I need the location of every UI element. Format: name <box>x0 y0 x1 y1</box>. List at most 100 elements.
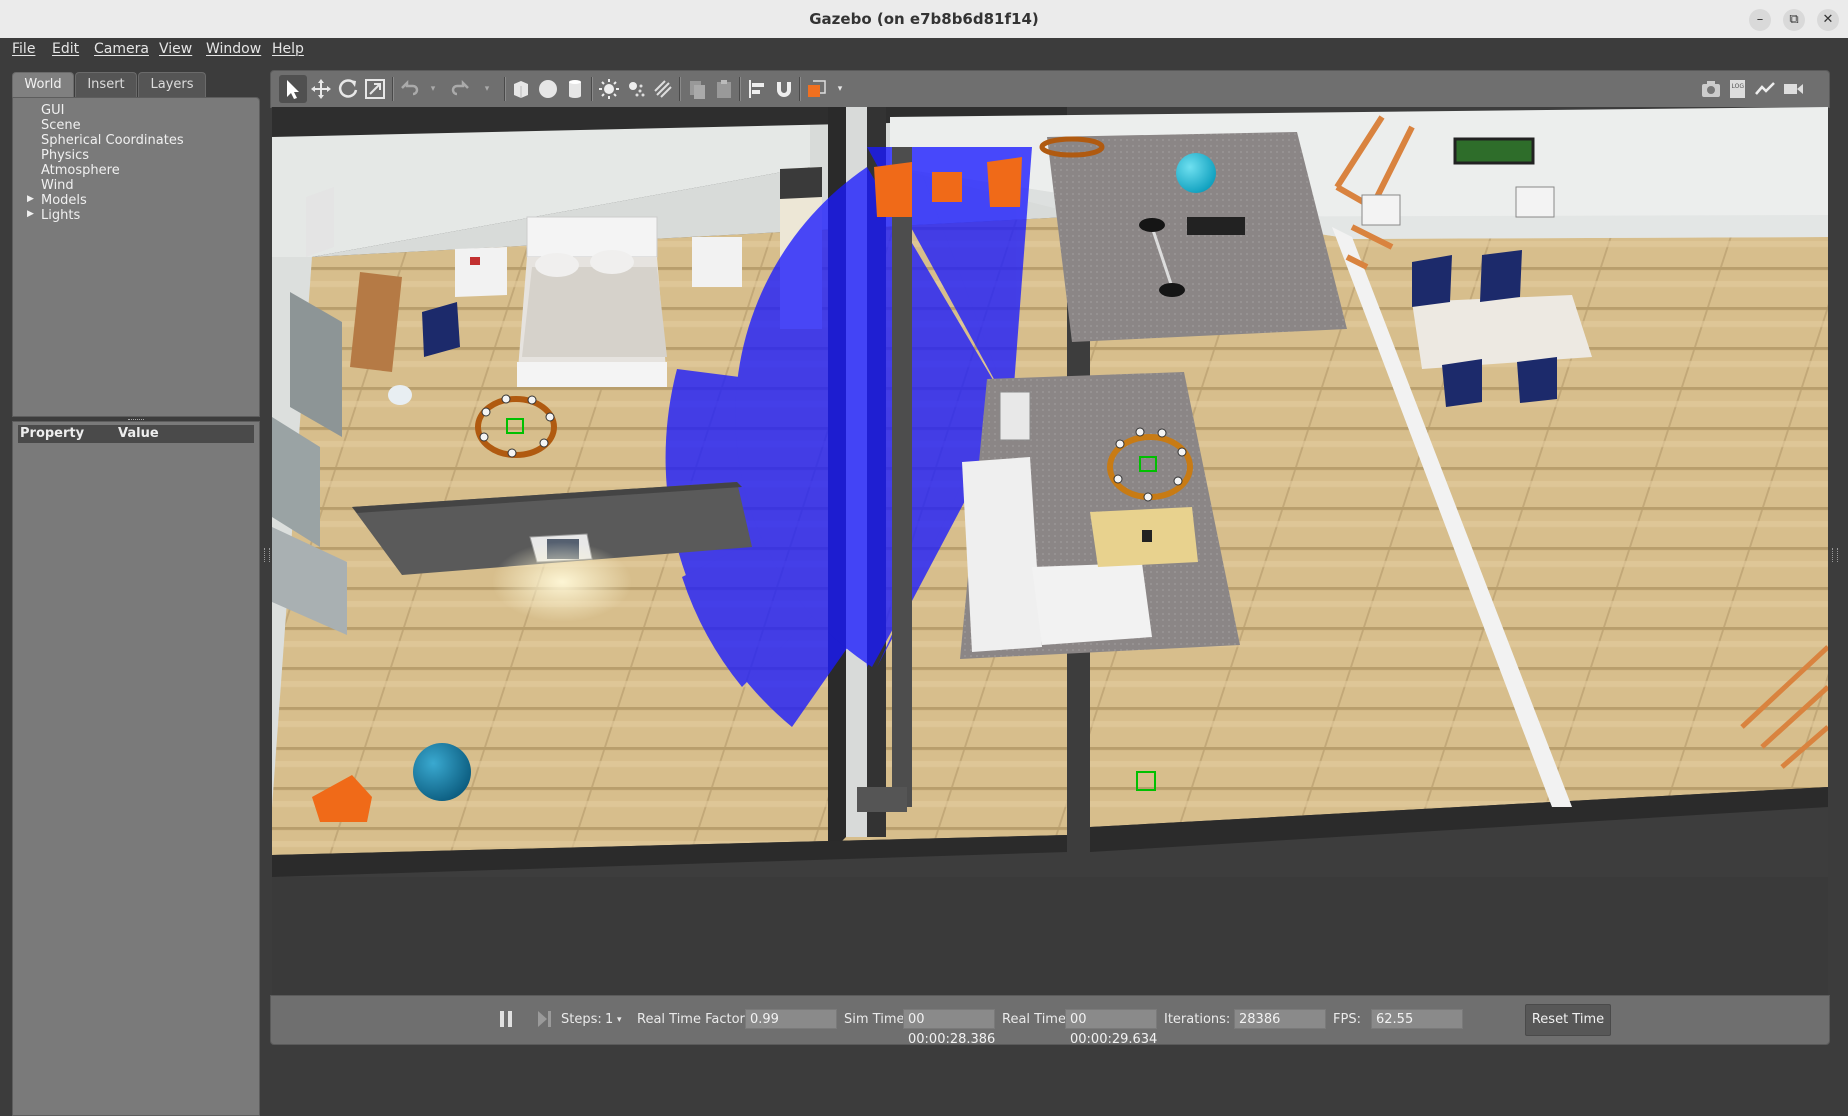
navy-chair <box>1412 255 1452 307</box>
weight-bench <box>1187 217 1245 235</box>
plot-icon[interactable] <box>1753 77 1777 101</box>
weight-plate <box>1139 218 1165 232</box>
dining-table <box>1412 295 1592 369</box>
navy-chair <box>1442 359 1482 407</box>
toolbar-separator <box>679 77 681 101</box>
cylinder-icon[interactable] <box>563 77 587 101</box>
wardrobe-top <box>780 167 822 199</box>
toolbar-separator <box>799 77 801 101</box>
menu-file[interactable]: File <box>12 41 35 57</box>
undo-icon[interactable] <box>397 77 421 101</box>
bed-footboard <box>517 362 667 387</box>
close-button[interactable]: ✕ <box>1817 9 1839 31</box>
tree-item-lights[interactable]: Lights <box>41 208 80 223</box>
scene-viewport[interactable] <box>272 107 1828 995</box>
step-forward-icon[interactable] <box>535 1009 553 1029</box>
select-icon[interactable] <box>279 75 307 103</box>
simulation-status-bar: Steps: 1 ▾ Real Time Factor: 0.99 Sim Ti… <box>270 995 1830 1047</box>
right-splitter-grip-icon[interactable] <box>1832 548 1838 562</box>
spot-light-icon[interactable] <box>624 77 648 101</box>
tree-item-scene[interactable]: Scene <box>41 118 81 133</box>
pause-icon[interactable] <box>497 1009 515 1029</box>
fps-label: FPS: <box>1333 1012 1361 1027</box>
scene-render[interactable] <box>272 107 1828 995</box>
nightstand-item <box>470 257 480 265</box>
sofa <box>962 457 1042 652</box>
nightstand-left <box>455 247 507 297</box>
tree-item-atmosphere[interactable]: Atmosphere <box>41 163 120 178</box>
menu-help[interactable]: Help <box>272 41 304 57</box>
wall-ac-unit <box>306 187 334 257</box>
panel-tabs: World Insert Layers <box>12 72 260 98</box>
right-room-window <box>892 147 912 807</box>
orange-chair <box>932 172 962 202</box>
left-splitter-grip-icon[interactable] <box>264 548 270 562</box>
menu-window[interactable]: Window <box>206 41 261 57</box>
real-time-field: 00 00:00:29.634 <box>1065 1009 1157 1047</box>
minimize-button[interactable]: – <box>1749 9 1771 31</box>
iterations-label: Iterations: <box>1164 1012 1231 1027</box>
menu-edit[interactable]: Edit <box>52 41 79 57</box>
tree-item-gui[interactable]: GUI <box>41 103 64 118</box>
steps-value[interactable]: 1 <box>605 1012 613 1027</box>
pillow <box>535 253 579 277</box>
blue-ball <box>413 743 471 801</box>
expand-arrow-icon[interactable]: ▶ <box>27 209 34 219</box>
screenshot-icon[interactable] <box>1699 77 1723 101</box>
steps-label: Steps: <box>561 1012 602 1027</box>
maximize-button[interactable]: ⧉ <box>1783 9 1805 31</box>
paste-icon[interactable] <box>712 77 736 101</box>
tab-world[interactable]: World <box>12 72 74 97</box>
redo-icon[interactable] <box>449 77 473 101</box>
view-angle-dropdown-icon[interactable]: ▾ <box>828 77 852 101</box>
bed-blanket <box>522 267 667 357</box>
steps-dropdown-icon[interactable]: ▾ <box>617 1015 622 1025</box>
rotate-icon[interactable] <box>336 77 360 101</box>
sim-time-field: 00 00:00:28.386 <box>903 1009 995 1047</box>
directional-light-icon[interactable] <box>651 77 675 101</box>
undo-dropdown-icon[interactable]: ▾ <box>421 77 445 101</box>
svg-text:LOG: LOG <box>1732 83 1745 90</box>
portrait-photo <box>1515 186 1555 218</box>
menu-camera[interactable]: Camera <box>94 41 149 57</box>
point-light-icon[interactable] <box>597 77 621 101</box>
ceiling-light-glow <box>492 542 632 622</box>
toolbar-separator <box>392 77 394 101</box>
video-icon[interactable] <box>1781 77 1805 101</box>
fps-field: 62.55 <box>1371 1009 1463 1029</box>
tab-insert[interactable]: Insert <box>75 72 137 97</box>
tree-item-spherical-coordinates[interactable]: Spherical Coordinates <box>41 133 184 148</box>
robot <box>999 391 1031 441</box>
bed-headboard <box>526 216 658 258</box>
snap-icon[interactable] <box>772 77 796 101</box>
box-icon[interactable] <box>509 77 533 101</box>
portrait-photo <box>1361 194 1401 226</box>
tab-layers[interactable]: Layers <box>138 72 206 97</box>
tree-item-physics[interactable]: Physics <box>41 148 89 163</box>
window-titlebar: Gazebo (on e7b8b6d81f14) – ⧉ ✕ <box>0 0 1848 39</box>
sphere-icon[interactable] <box>536 77 560 101</box>
weight-plate <box>1159 283 1185 297</box>
property-header: Property Value <box>18 425 254 443</box>
navy-chair <box>1480 250 1522 302</box>
window-title: Gazebo (on e7b8b6d81f14) <box>809 10 1039 28</box>
translate-icon[interactable] <box>309 77 333 101</box>
toolbar-separator <box>591 77 593 101</box>
log-icon[interactable]: LOG <box>1726 77 1750 101</box>
reset-time-button[interactable]: Reset Time <box>1525 1004 1611 1036</box>
align-icon[interactable] <box>745 77 769 101</box>
scale-icon[interactable] <box>363 77 387 101</box>
expand-arrow-icon[interactable]: ▶ <box>27 194 34 204</box>
copy-icon[interactable] <box>685 77 709 101</box>
tree-item-models[interactable]: Models <box>41 193 87 208</box>
value-column-header: Value <box>118 426 159 441</box>
real-time-factor-label: Real Time Factor: <box>637 1012 750 1027</box>
menu-view[interactable]: View <box>159 41 192 57</box>
view-angle-icon[interactable] <box>805 77 829 101</box>
floor-object <box>857 787 907 812</box>
tree-item-wind[interactable]: Wind <box>41 178 74 193</box>
redo-dropdown-icon[interactable]: ▾ <box>475 77 499 101</box>
pillow <box>590 250 634 274</box>
table-item <box>1142 530 1152 542</box>
painting-landscape <box>1453 137 1535 165</box>
